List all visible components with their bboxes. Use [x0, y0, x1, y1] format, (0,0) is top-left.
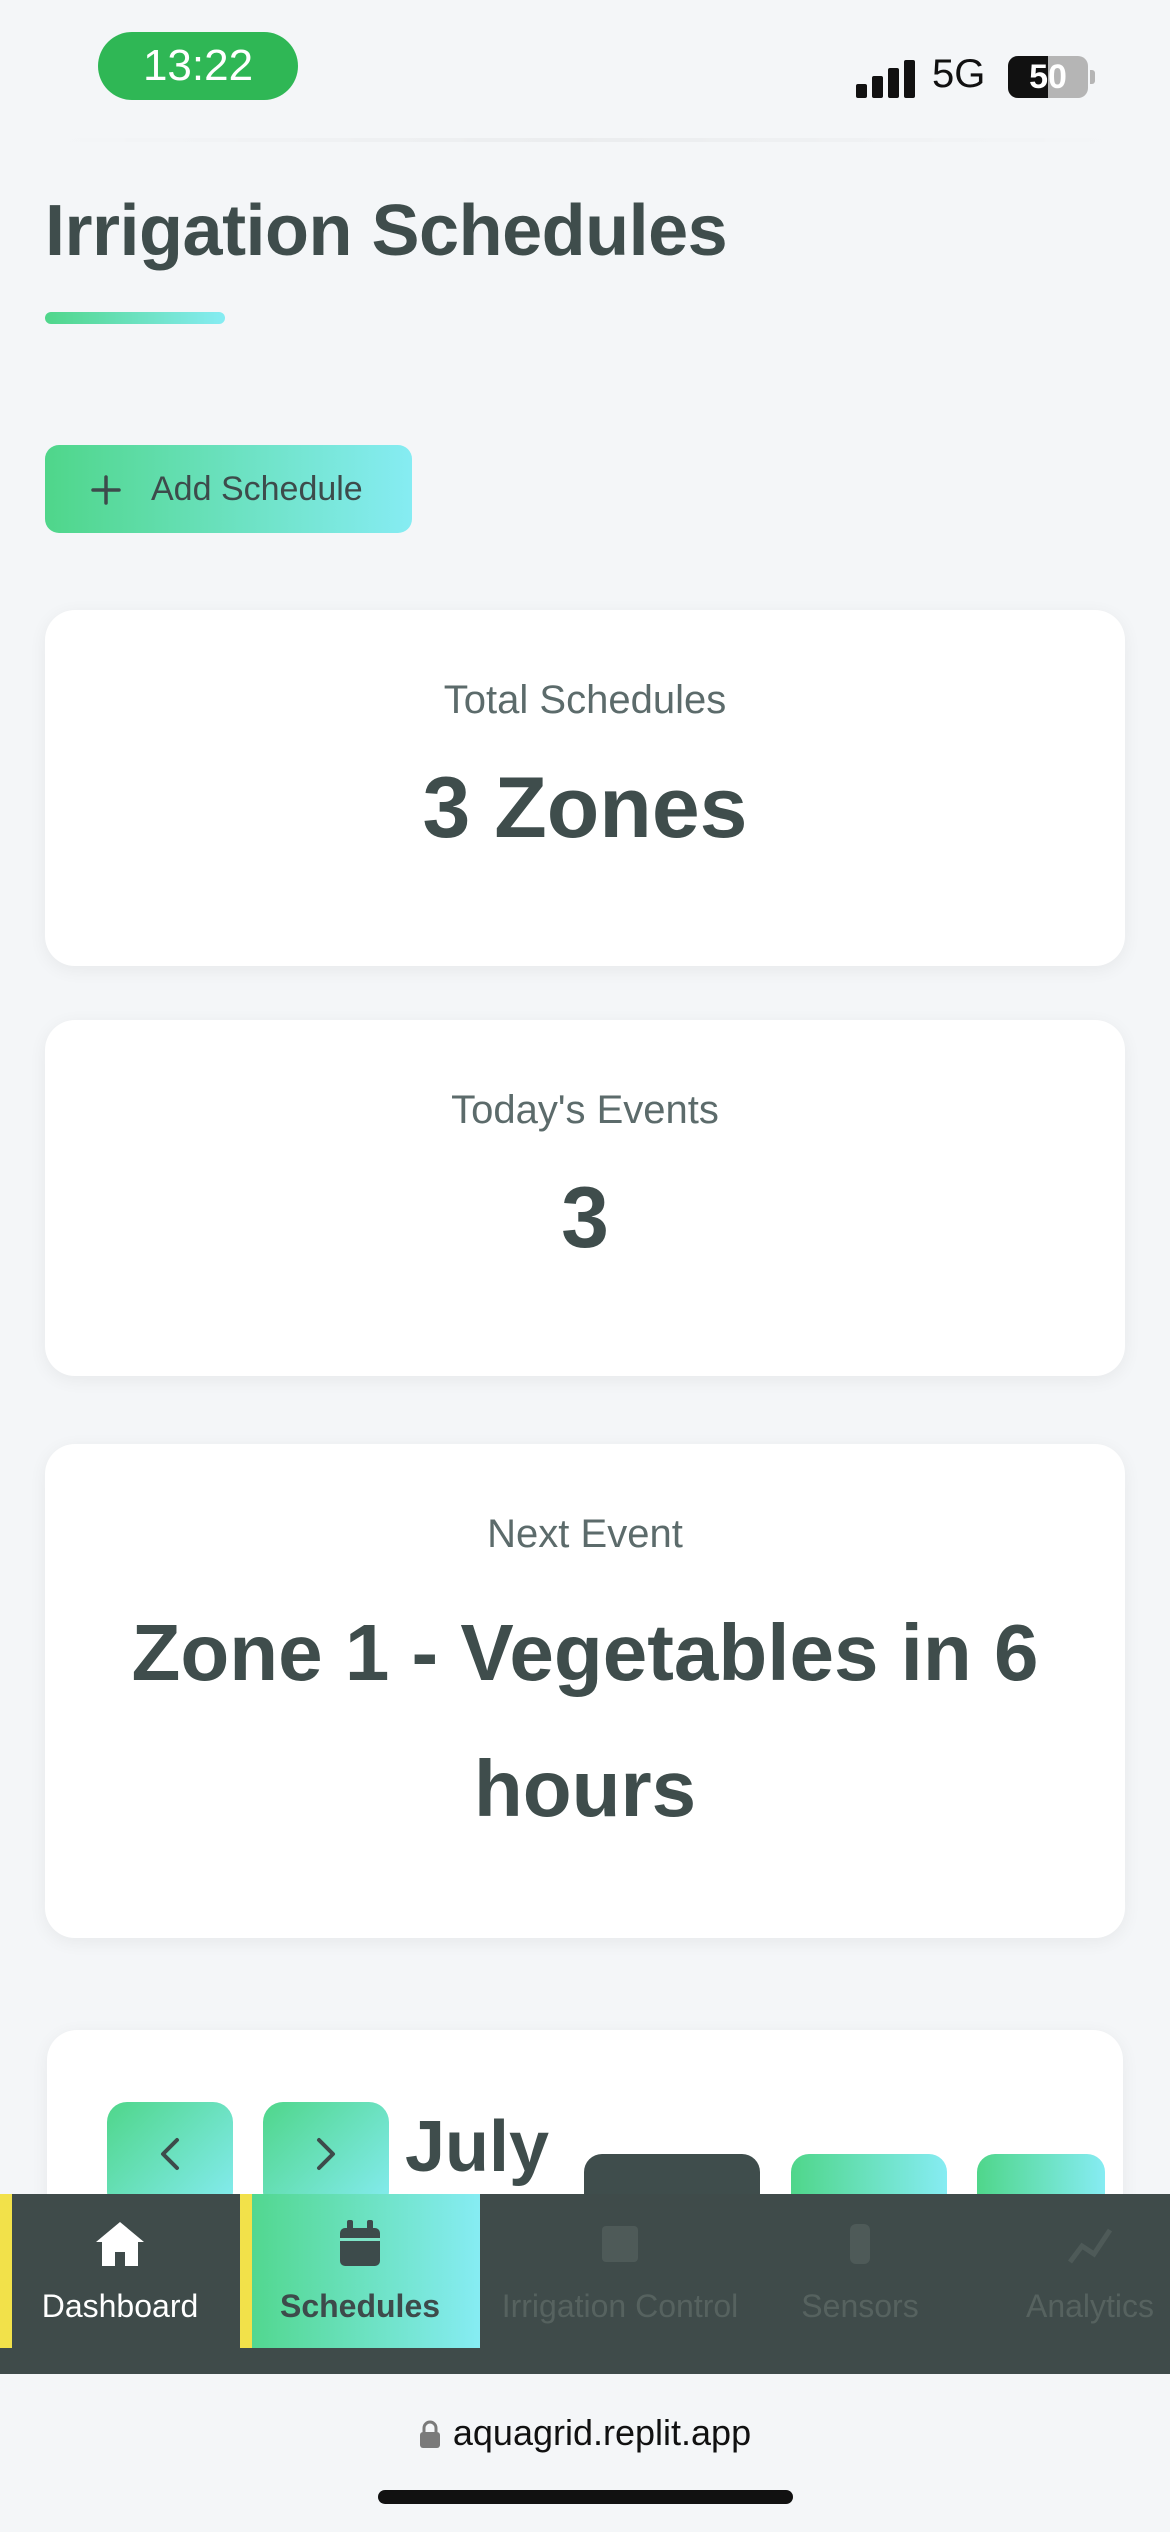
battery-icon: 50 [1008, 56, 1088, 98]
add-schedule-button[interactable]: Add Schedule [45, 445, 412, 533]
battery-tip [1090, 70, 1095, 84]
add-schedule-label: Add Schedule [151, 469, 363, 508]
calendar-icon [340, 2220, 380, 2266]
page-title: Irrigation Schedules [45, 191, 728, 271]
chevron-right-icon [317, 2138, 335, 2171]
browser-bar: aquagrid.replit.app [0, 2374, 1170, 2532]
nav-item-dashboard[interactable]: Dashboard [0, 2194, 240, 2348]
chevron-left-icon [161, 2138, 179, 2171]
sensor-icon [850, 2224, 870, 2264]
nav-item-schedules[interactable]: Schedules [240, 2194, 480, 2348]
stat-label: Next Event [487, 1512, 683, 1556]
nav-label: Irrigation Control [501, 2288, 739, 2324]
url-text: aquagrid.replit.app [452, 2412, 752, 2453]
nav-label: Sensors [801, 2288, 919, 2324]
next-event-card: Next Event Zone 1 - Vegetables in 6 hour… [45, 1444, 1125, 1938]
nav-item-irrigation-control[interactable]: Irrigation Control [480, 2194, 760, 2348]
home-icon [96, 2222, 144, 2266]
url-bar[interactable]: aquagrid.replit.app [0, 2412, 1170, 2454]
divider [40, 138, 1130, 142]
nav-label: Schedules [279, 2288, 441, 2324]
chart-icon [1068, 2228, 1113, 2264]
title-underline [45, 312, 225, 324]
bottom-nav: Dashboard Schedules Irrigation Control S… [0, 2194, 1170, 2374]
status-bar: 13:22 5G 50 [0, 0, 1170, 142]
stat-label: Today's Events [451, 1088, 719, 1132]
plus-icon [91, 466, 121, 512]
network-label: 5G [932, 52, 986, 96]
calendar-month: July [405, 2107, 550, 2187]
status-time: 13:22 [98, 32, 298, 100]
todays-events-card: Today's Events 3 [45, 1020, 1125, 1376]
nav-label: Analytics [1025, 2288, 1155, 2324]
battery-level: 50 [1029, 58, 1067, 96]
stat-value: 3 Zones [422, 760, 748, 856]
stat-label: Total Schedules [443, 678, 727, 722]
control-icon [602, 2226, 638, 2262]
lock-icon [419, 2420, 440, 2448]
nav-label: Dashboard [41, 2288, 199, 2324]
nav-item-analytics[interactable]: Analytics [960, 2194, 1170, 2348]
stat-value: Zone 1 - Vegetables in 6 hours [131, 1608, 1039, 1833]
signal-icon [856, 58, 916, 98]
stat-value: 3 [561, 1170, 609, 1266]
total-schedules-card: Total Schedules 3 Zones [45, 610, 1125, 966]
nav-item-sensors[interactable]: Sensors [760, 2194, 960, 2348]
home-indicator[interactable] [378, 2490, 793, 2504]
